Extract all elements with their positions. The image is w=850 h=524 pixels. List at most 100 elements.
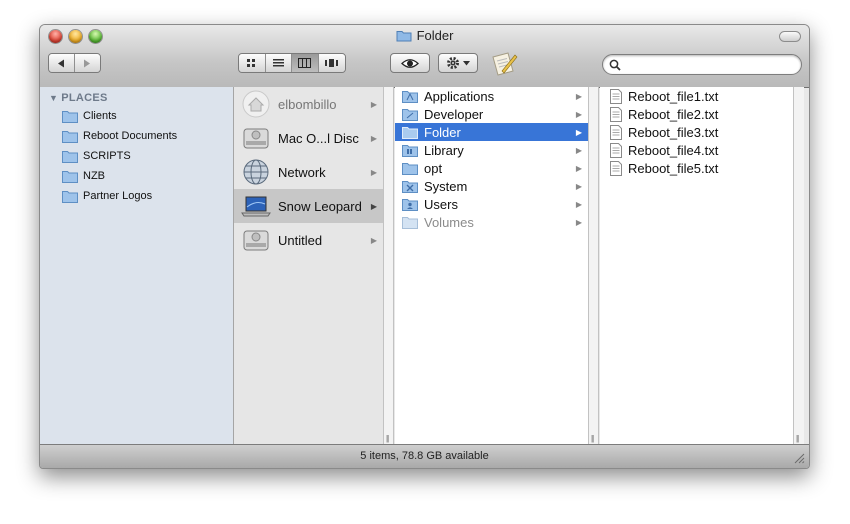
column-item-system[interactable]: System ▶	[395, 177, 588, 195]
devices-column: elbombillo ▶ Mac O...l Disc ▶ Network ▶	[234, 87, 384, 446]
back-button[interactable]	[49, 54, 75, 72]
column-item-label: Applications	[424, 88, 495, 104]
text-file-icon	[610, 142, 622, 158]
disclosure-arrow-icon: ▶	[370, 201, 377, 211]
sidebar-item-nzb[interactable]: NZB	[62, 167, 105, 185]
folder-icon	[396, 29, 412, 45]
text-file-icon	[610, 88, 622, 104]
folder-icon	[62, 110, 78, 123]
laptop-icon	[241, 196, 271, 217]
column-item-folder[interactable]: Folder ▶	[395, 123, 588, 141]
sidebar-header-label: PLACES	[61, 92, 108, 104]
column-item-users[interactable]: Users ▶	[395, 195, 588, 213]
column-item-label: Reboot_file2.txt	[628, 106, 719, 122]
sidebar-item-clients[interactable]: Clients	[62, 107, 117, 125]
column-item-file[interactable]: Reboot_file3.txt	[600, 123, 793, 141]
column-item-label: Network	[278, 164, 326, 180]
column-item-label: opt	[424, 160, 443, 176]
disclosure-arrow-icon: ▶	[370, 235, 377, 245]
resize-grip-icon[interactable]	[793, 452, 805, 464]
forward-button[interactable]	[74, 54, 100, 72]
disclosure-arrow-icon: ▶	[575, 127, 582, 137]
column-item-mac-os-disc[interactable]: Mac O...l Disc ▶	[234, 121, 383, 155]
column-item-label: Reboot_file1.txt	[628, 88, 719, 104]
column-item-label: Snow Leopard	[278, 198, 362, 214]
sidebar-item-scripts[interactable]: SCRIPTS	[62, 147, 131, 165]
sidebar-item-label: Clients	[83, 110, 117, 122]
search-input[interactable]	[625, 57, 797, 74]
folder-icon	[402, 162, 418, 175]
sidebar-item-reboot-documents[interactable]: Reboot Documents	[62, 127, 177, 145]
column-item-opt[interactable]: opt ▶	[395, 159, 588, 177]
developer-folder-icon	[402, 108, 418, 121]
forward-arrow-icon	[84, 59, 91, 67]
back-arrow-icon	[58, 59, 65, 67]
text-file-icon	[610, 106, 622, 122]
column-item-file[interactable]: Reboot_file4.txt	[600, 141, 793, 159]
title-toolbar: Folder	[40, 25, 809, 88]
sidebar-section-header[interactable]: ▼ PLACES	[49, 92, 108, 104]
quick-look-button[interactable]	[390, 53, 430, 73]
network-globe-icon	[243, 159, 269, 185]
column-item-snow-leopard[interactable]: Snow Leopard ▶	[234, 189, 383, 223]
folder-icon	[62, 130, 78, 143]
toolbar-toggle-button[interactable]	[779, 31, 801, 42]
folder-icon	[402, 126, 418, 139]
view-mode-control	[238, 53, 346, 73]
icon-view-icon	[247, 58, 256, 67]
folder-icon	[62, 170, 78, 183]
column-resize-handle[interactable]: ||	[384, 87, 394, 446]
column-resize-handle[interactable]: ||	[794, 87, 804, 446]
coverflow-view-icon	[325, 59, 339, 67]
folders-column: Applications ▶ Developer ▶ Folder ▶ Libr…	[395, 87, 589, 446]
column-item-untitled[interactable]: Untitled ▶	[234, 223, 383, 257]
column-item-file[interactable]: Reboot_file2.txt	[600, 105, 793, 123]
column-item-developer[interactable]: Developer ▶	[395, 105, 588, 123]
column-item-file[interactable]: Reboot_file5.txt	[600, 159, 793, 177]
column-item-volumes[interactable]: Volumes ▶	[395, 213, 588, 231]
text-file-icon	[610, 160, 622, 176]
column-item-label: Reboot_file4.txt	[628, 142, 719, 158]
action-menu-button[interactable]	[438, 53, 478, 73]
eye-icon	[401, 58, 419, 68]
folder-icon	[62, 150, 78, 163]
list-view-button[interactable]	[265, 54, 292, 72]
column-view-icon	[298, 58, 312, 68]
column-item-applications[interactable]: Applications ▶	[395, 87, 588, 105]
column-item-library[interactable]: Library ▶	[395, 141, 588, 159]
grip-icon: ||	[591, 434, 594, 443]
column-item-elbombillo[interactable]: elbombillo ▶	[234, 87, 383, 121]
status-bar: 5 items, 78.8 GB available	[40, 444, 809, 468]
column-item-label: Users	[424, 196, 458, 212]
list-view-icon	[272, 59, 284, 67]
finder-window: Folder ▼ PLACES Clients Reboot Documents…	[39, 24, 810, 469]
home-network-icon	[242, 90, 270, 118]
sidebar-item-label: Reboot Documents	[83, 130, 178, 142]
folder-icon	[402, 216, 418, 229]
icon-view-button[interactable]	[239, 54, 266, 72]
grip-icon: ||	[796, 434, 799, 443]
window-title: Folder	[40, 28, 809, 45]
column-item-label: Developer	[424, 106, 484, 122]
search-field[interactable]	[602, 54, 802, 75]
disclosure-arrow-icon: ▶	[370, 99, 377, 109]
column-item-network[interactable]: Network ▶	[234, 155, 383, 189]
system-folder-icon	[402, 180, 418, 193]
edit-document-icon[interactable]	[488, 49, 518, 84]
sidebar-item-label: Partner Logos	[83, 190, 153, 202]
column-view-button[interactable]	[292, 54, 319, 72]
column-item-label: Folder	[424, 124, 461, 140]
sidebar-item-label: SCRIPTS	[83, 150, 131, 162]
library-folder-icon	[402, 144, 418, 157]
files-column: Reboot_file1.txt Reboot_file2.txt Reboot…	[600, 87, 794, 446]
disk-icon	[243, 128, 269, 149]
column-item-label: Untitled	[278, 232, 323, 248]
column-item-label: Mac O...l Disc	[278, 130, 359, 146]
disclosure-arrow-icon: ▶	[575, 199, 582, 209]
column-item-file[interactable]: Reboot_file1.txt	[600, 87, 793, 105]
disclosure-arrow-icon: ▶	[575, 145, 582, 155]
column-resize-handle[interactable]: ||	[589, 87, 599, 446]
coverflow-view-button[interactable]	[318, 54, 345, 72]
search-icon	[609, 59, 621, 71]
sidebar-item-partner-logos[interactable]: Partner Logos	[62, 187, 152, 205]
